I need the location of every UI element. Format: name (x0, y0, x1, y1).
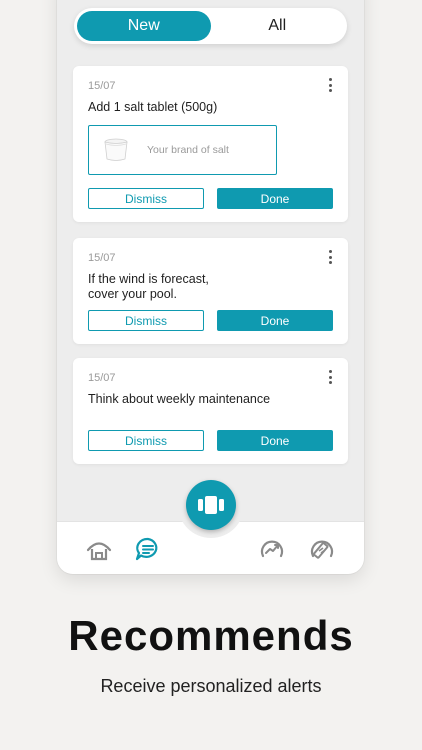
dismiss-button[interactable]: Dismiss (88, 188, 204, 209)
headline: Recommends (68, 612, 354, 659)
done-button[interactable]: Done (217, 310, 333, 331)
chat-icon[interactable] (135, 537, 161, 561)
alert-date: 15/07 (88, 80, 116, 92)
alert-date: 15/07 (88, 372, 116, 384)
done-button[interactable]: Done (217, 430, 333, 451)
dismiss-button[interactable]: Dismiss (88, 310, 204, 331)
product-label: Your brand of salt (147, 144, 229, 156)
filter-segmented-control: New All (74, 8, 347, 44)
test-strip-icon[interactable] (309, 537, 335, 561)
alert-text: Add 1 salt tablet (500g) (88, 100, 218, 114)
phone-screen: New All 15/07 Add 1 salt tablet (500g) Y… (57, 0, 364, 574)
trend-icon[interactable] (259, 537, 285, 561)
subheadline: Receive personalized alerts (100, 676, 322, 696)
alert-card-wind: 15/07 If the wind is forecast, cover you… (73, 238, 348, 344)
tab-all[interactable]: All (211, 11, 345, 41)
alert-card-maintenance: 15/07 Think about weekly maintenance Dis… (73, 358, 348, 464)
done-button[interactable]: Done (217, 188, 333, 209)
home-icon[interactable] (86, 537, 112, 561)
tab-new[interactable]: New (77, 11, 211, 41)
alert-text: Think about weekly maintenance (88, 392, 271, 406)
more-options-icon[interactable] (324, 370, 336, 384)
salt-bucket-icon (103, 137, 129, 163)
product-selector[interactable]: Your brand of salt (88, 125, 277, 175)
alert-date: 15/07 (88, 252, 116, 264)
device-icon[interactable] (186, 480, 236, 530)
alert-card-salt: 15/07 Add 1 salt tablet (500g) Your bran… (73, 66, 348, 222)
dismiss-button[interactable]: Dismiss (88, 430, 204, 451)
more-options-icon[interactable] (324, 250, 336, 264)
alert-text: If the wind is forecast, cover your pool… (88, 272, 209, 301)
more-options-icon[interactable] (324, 78, 336, 92)
